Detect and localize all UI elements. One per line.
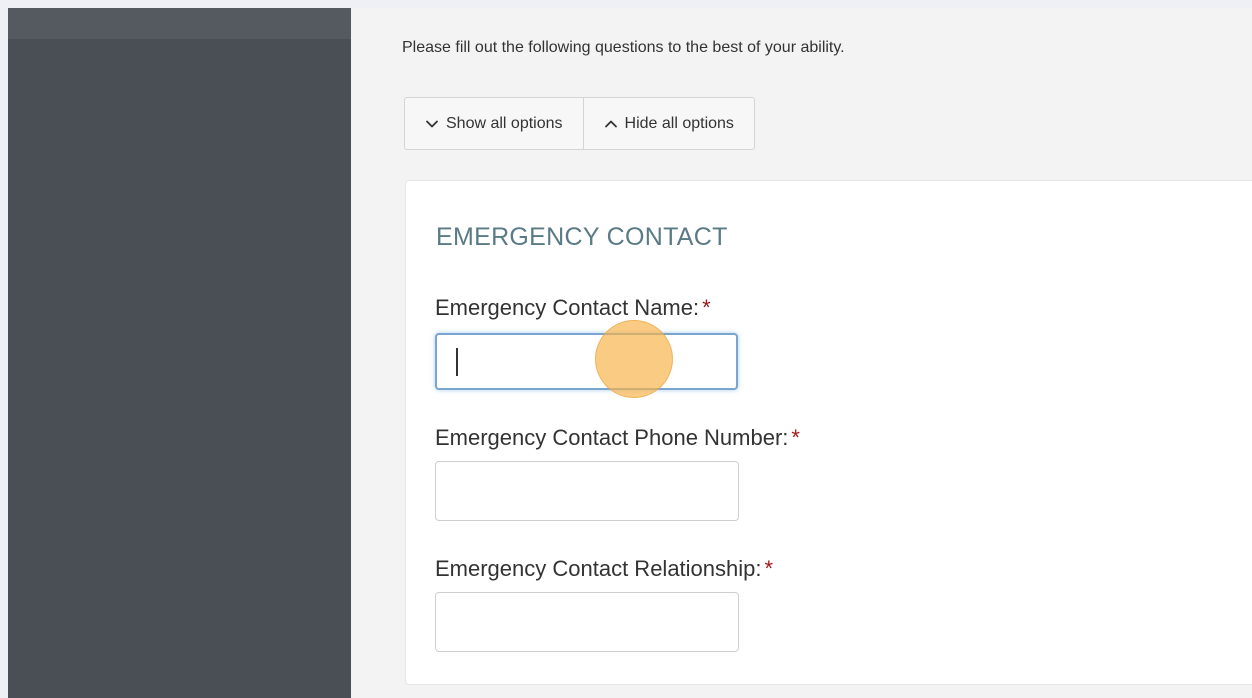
contact-name-label-text: Emergency Contact Name: (435, 295, 700, 320)
show-all-options-button[interactable]: Show all options (405, 98, 583, 149)
text-caret (456, 348, 458, 376)
main-content: Please fill out the following questions … (351, 8, 1252, 698)
hide-all-options-button[interactable]: Hide all options (582, 98, 754, 149)
required-asterisk: * (791, 425, 800, 450)
options-toggle-group: Show all options Hide all options (404, 97, 755, 150)
show-all-options-label: Show all options (446, 114, 563, 132)
contact-name-label: Emergency Contact Name: * (435, 295, 711, 321)
chevron-down-icon (425, 117, 439, 131)
contact-phone-label-text: Emergency Contact Phone Number: (435, 425, 789, 450)
section-title: EMERGENCY CONTACT (436, 223, 728, 251)
required-asterisk: * (764, 556, 774, 581)
contact-relationship-label-text: Emergency Contact Relationship: (435, 556, 762, 581)
contact-name-input[interactable] (435, 333, 738, 390)
intro-text: Please fill out the following questions … (402, 39, 845, 56)
app-window: Please fill out the following questions … (8, 8, 1252, 698)
hide-all-options-label: Hide all options (624, 114, 734, 132)
contact-phone-input[interactable] (435, 461, 739, 521)
required-asterisk: * (702, 295, 711, 320)
sidebar (8, 8, 351, 698)
sidebar-header (8, 8, 351, 39)
emergency-contact-card: EMERGENCY CONTACT Emergency Contact Name… (405, 180, 1252, 685)
contact-phone-label: Emergency Contact Phone Number: * (435, 425, 800, 451)
chevron-up-icon (604, 117, 618, 131)
contact-relationship-label: Emergency Contact Relationship: * (435, 556, 773, 582)
contact-relationship-input[interactable] (435, 592, 739, 652)
